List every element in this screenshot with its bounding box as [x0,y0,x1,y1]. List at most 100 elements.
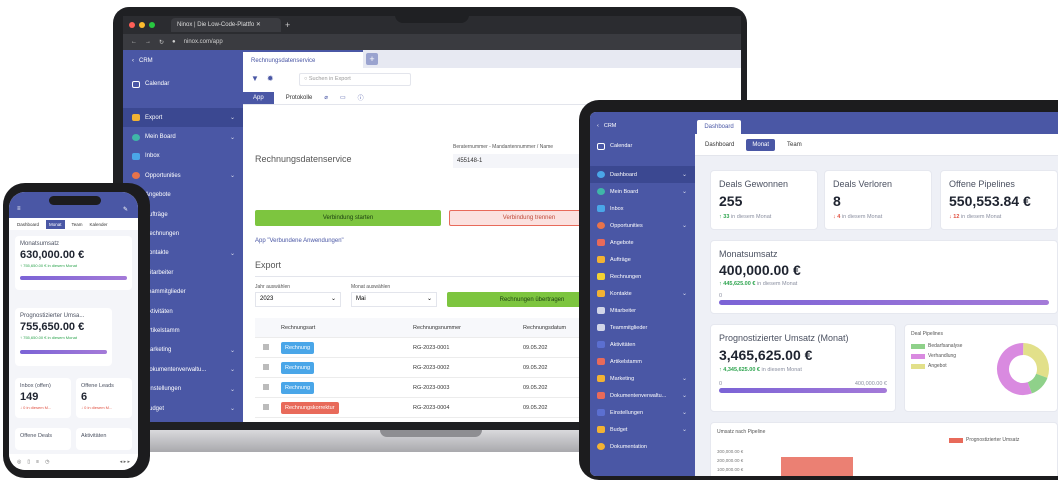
reload-icon[interactable]: ↻ [159,39,164,46]
sidebar-item-teammitglieder[interactable]: Teammitglieder [590,319,695,336]
sidebar-item-dokumente[interactable]: Dokumentenverwaltu... ⌄ [590,387,695,404]
sidebar-item-mein-board[interactable]: Mein Board ⌄ [590,183,695,200]
cell-date: 09.05.202 [523,344,548,351]
sidebar-header-crm[interactable]: ‹ CRM [590,116,695,136]
close-window-dot[interactable] [129,22,135,28]
sidebar-item-dokumentation[interactable]: Dokumentation [590,438,695,455]
sidebar-item-label: Calendar [145,81,170,87]
list-icon[interactable]: ≡ [36,459,39,465]
y-tick: 300,000.00 € [717,449,744,454]
subtab-dashboard[interactable]: Dashboard [701,139,738,151]
sidebar-item-opportunities[interactable]: Opportunities ⌄ [123,166,243,185]
sidebar-item-label: Artikelstamm [145,327,180,334]
legend-swatch [911,353,925,359]
prognose-trend: ↑ 4,345,625.00 € [719,367,760,373]
info-icon[interactable]: ⓘ [358,93,364,102]
prognose-label: Prognostizierter Umsa... [20,313,85,319]
legend-label: Bedarfsanalyse [928,343,963,349]
gear-icon[interactable]: ✹ [267,74,274,83]
sidebar-item-angebote[interactable]: Angebote [590,234,695,251]
sidebar-item-inbox[interactable]: Inbox [590,200,695,217]
settings-icon[interactable]: ◎ [17,459,21,465]
year-select[interactable]: 2023 ⌄ [255,292,341,307]
sidebar-item-marketing[interactable]: Marketing ⌄ [590,370,695,387]
tab-app[interactable]: App [243,91,274,104]
cell-number: RG-2023-0004 [413,404,450,411]
sidebar-item-dashboard[interactable]: Dashboard ⌄ [590,166,695,183]
month-label: Monat auswählen [351,284,391,290]
add-tab-button[interactable]: + [366,53,378,65]
sidebar-item-rechnungen[interactable]: Rechnungen [590,268,695,285]
comment-icon[interactable]: ▭ [340,94,346,101]
row-checkbox[interactable] [263,383,269,390]
leads-card: Offene Leads 6 ↓ 0 in diesem M... [76,378,132,418]
minimize-window-dot[interactable] [139,22,145,28]
subtab-team[interactable]: Team [783,139,806,151]
kpi-card: Deals Verloren 8 ↓ 4 in diesem Monat [824,170,932,230]
sidebar-item-aktivitaeten[interactable]: Aktivitäten [590,336,695,353]
search-input[interactable]: ○ Suchen in Export [299,73,411,86]
table-row[interactable]: Rechnungskorrektur RG-2023-0004 09.05.20… [255,398,615,418]
sidebar-header-crm[interactable]: ‹ CRM [123,50,243,72]
tab-protokolle[interactable]: Protokolle [286,95,313,101]
row-checkbox[interactable] [263,403,269,410]
clock-icon[interactable]: ◷ [45,459,49,465]
connect-button[interactable]: Verbindung starten [255,210,441,226]
sidebar-item-mitarbeiter[interactable]: Mitarbeiter [590,302,695,319]
browser-tab[interactable]: Ninox | Die Low-Code-Plattfo ✕ [171,18,281,32]
sidebar-item-einstellungen[interactable]: Einstellungen ⌄ [590,404,695,421]
sidebar-item-kontakte[interactable]: Kontakte ⌄ [590,285,695,302]
maximize-window-dot[interactable] [149,22,155,28]
record-tab[interactable]: Rechnungsdatenservice [243,50,363,68]
berater-field[interactable]: 455148-1 [453,154,593,168]
marketing-icon [597,375,605,382]
forward-icon[interactable]: → [145,39,151,45]
filter-icon[interactable]: ▼ [251,74,259,83]
trash-icon[interactable]: ▯ [27,459,30,465]
sidebar-item-export[interactable]: Export ⌄ [123,108,243,128]
subtab-monat[interactable]: Monat [746,138,776,151]
tab-monat[interactable]: Monat [46,219,65,229]
sidebar-item-inbox[interactable]: Inbox [123,147,243,166]
row-checkbox[interactable] [263,363,269,370]
back-icon[interactable]: ← [131,39,137,45]
umsatz-title: Umsatz nach Pipeline [717,429,766,435]
new-tab-icon[interactable]: + [285,20,290,30]
sidebar-item-label: Artikelstamm [610,358,642,365]
nav-arrows-icon[interactable]: ◂ ▸ ▸ [120,459,130,465]
sidebar-item-artikelstamm[interactable]: Artikelstamm [590,353,695,370]
table-row[interactable]: Rechnung RG-2023-0003 09.05.202 [255,378,615,398]
tab-team[interactable]: Team [72,222,83,227]
table-row[interactable]: Rechnung RG-2023-0002 09.05.202 [255,358,615,378]
table-row[interactable]: Rechnung RG-2023-0001 09.05.202 [255,338,615,358]
prognose-axis-start: 0 [719,381,723,387]
menu-icon[interactable]: ≡ [17,206,21,212]
tablet-top-bar: Dashboard [695,112,1058,134]
settings-icon [597,409,605,416]
type-tag: Rechnung [281,381,315,394]
record-tab-bar: Rechnungsdatenservice + [243,50,741,68]
kpi-value: 255 [719,193,743,209]
documents-icon [597,392,605,399]
subtab-bar: Dashboard Monat Team [695,134,1058,156]
prognose-trend-text: in diesem Monat [761,367,802,373]
tab-kalender[interactable]: Kalender [90,222,108,227]
tab-dashboard[interactable]: Dashboard [697,120,741,134]
connected-apps-link[interactable]: App "Verbundene Anwendungen" [255,238,344,244]
sidebar-item-mein-board[interactable]: Mein Board ⌄ [123,127,243,146]
col-header-date: Rechnungsdatum [523,324,567,331]
kpi-value: 550,553.84 € [949,193,1031,209]
sidebar-item-calendar[interactable]: Calendar [590,136,695,156]
activities-label: Aktivitäten [81,433,107,439]
sidebar-item-auftraege[interactable]: Aufträge [590,251,695,268]
row-checkbox[interactable] [263,343,269,350]
attachment-icon[interactable]: ⌀ [324,94,328,101]
sidebar-item-budget[interactable]: Budget ⌄ [590,421,695,438]
url-text[interactable]: ninox.com/app [184,39,223,45]
month-select[interactable]: Mai ⌄ [351,292,437,307]
sidebar-item-opportunities[interactable]: Opportunities ⌄ [590,217,695,234]
sidebar-item-calendar[interactable]: Calendar [123,72,243,96]
wrench-icon[interactable]: ✎ [123,206,128,213]
tab-dashboard[interactable]: Dashboard [17,222,39,227]
year-label: Jahr auswählen [255,284,291,290]
